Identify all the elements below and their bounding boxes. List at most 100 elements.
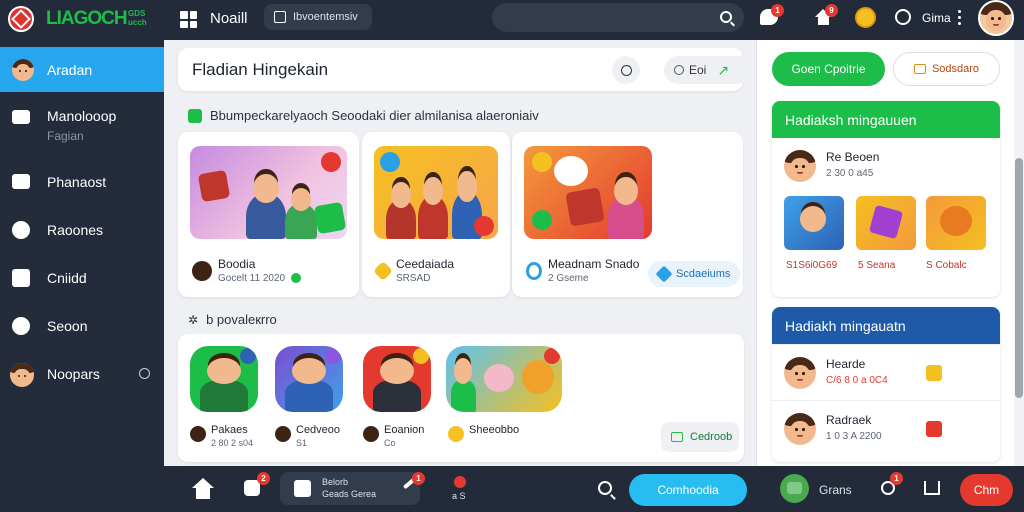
game-thumbnail[interactable]	[275, 346, 343, 412]
shield-icon[interactable]	[924, 481, 940, 495]
rec-meta-text: 2 80 2 s04	[211, 438, 254, 448]
coin-icon[interactable]	[855, 7, 876, 28]
sidebar-item-label: Manolooop	[47, 108, 117, 124]
card-title: Meadnam Snado	[548, 257, 640, 271]
card-meta: Ceedaiada SRSAD	[373, 257, 454, 284]
rec-title: Sheeobbo	[469, 424, 520, 436]
search-input[interactable]	[492, 3, 744, 32]
sidebar-item-raoones[interactable]: Raoones	[0, 208, 164, 252]
coin-icon	[448, 426, 464, 442]
game-thumbnail[interactable]	[190, 146, 347, 239]
home-icon[interactable]	[192, 478, 214, 499]
star-icon: ✲	[188, 312, 199, 327]
game-card[interactable]: Ceedaiada SRSAD	[362, 132, 510, 297]
avatar[interactable]	[780, 474, 809, 503]
panel-title: Hadiakh mingauatn	[772, 307, 1000, 344]
user-avatar-icon	[10, 363, 34, 387]
sidebar-item-cniidd[interactable]: Cniidd	[0, 256, 164, 300]
game-card[interactable]: Boodia Gocelt 11 2020	[178, 132, 359, 297]
tag-icon	[655, 265, 673, 283]
user-label[interactable]: Gima	[922, 11, 951, 25]
user-avatar[interactable]	[978, 0, 1014, 36]
recommended-card: Pakaes 2 80 2 s04 Cedveoo S1 Eoanion Co …	[178, 334, 744, 462]
badge-icon	[413, 348, 429, 364]
card-action-button[interactable]: Scdaeiums	[648, 261, 741, 287]
avatar	[784, 150, 816, 182]
list-item-name: Hearde	[826, 357, 866, 371]
featured-tile[interactable]	[856, 196, 916, 250]
list-item-sub: 1 0 3 A 2200	[826, 431, 882, 442]
game-thumbnail[interactable]	[524, 146, 652, 239]
featured-tile[interactable]	[926, 196, 986, 250]
card-meta-text: SRSAD	[396, 273, 431, 284]
game-thumbnail[interactable]	[363, 346, 431, 412]
list-item[interactable]: Radraek 1 0 3 A 2200	[772, 400, 1000, 456]
blue-action-button[interactable]: Comhoodia	[629, 474, 747, 506]
outline-pill-button[interactable]: Sodsdaro	[893, 52, 1000, 86]
sidebar-item-aradan[interactable]: Aradan	[0, 47, 164, 92]
list-item-sub: 2 30 0 a45	[826, 168, 874, 179]
sidebar-item-noopars[interactable]: Noopars	[0, 352, 164, 396]
right-panel: Goen Cpoitrie Sodsdaro Hadiaksh mingauue…	[756, 40, 1024, 466]
avatar-label[interactable]: Grans	[819, 483, 852, 497]
sidebar-item-seoon[interactable]: Seoon	[0, 304, 164, 348]
fire-icon[interactable]	[454, 476, 466, 488]
game-thumbnail[interactable]	[374, 146, 498, 239]
gift-icon[interactable]	[926, 421, 942, 437]
toggle-icon[interactable]	[139, 368, 150, 379]
globe-icon	[674, 65, 684, 75]
panel-weekly-blue: Hadiakh mingauatn Hearde C/6 8 0 a 0C4 R…	[772, 307, 1000, 462]
header-action-button[interactable]: Eoi ↗	[664, 56, 752, 84]
search-icon[interactable]	[598, 481, 612, 495]
game-card[interactable]: Meadnam Snado 2 Gseme Scdaeiums	[512, 132, 743, 297]
scrollbar-thumb[interactable]	[1015, 158, 1023, 398]
pet-character-image	[554, 156, 588, 186]
grid-icon[interactable]	[180, 11, 197, 28]
rec-meta-text: Co	[384, 438, 396, 448]
panel-weekly-green: Hadiaksh mingauuen Re Beoen 2 30 0 a45 S…	[772, 101, 1000, 297]
game-thumbnail[interactable]	[446, 346, 562, 412]
arrow-icon: ↗	[717, 61, 730, 78]
rec-action-button[interactable]: Cedroob	[661, 422, 739, 452]
badge-icon	[544, 348, 560, 364]
bottom-bar: 2 Belorb Geads Gerea 1 a S Comhoodia Gra…	[164, 466, 1024, 512]
gift-icon	[913, 64, 926, 74]
badge-icon	[380, 152, 400, 172]
search-icon[interactable]	[720, 11, 732, 23]
top-tab[interactable]: Ibvoentemsiv	[264, 4, 372, 30]
author-avatar	[363, 426, 379, 442]
logo-sub-line2: ucch	[128, 18, 147, 27]
sidebar-item-sub: Fagian	[47, 129, 84, 143]
close-badge-icon[interactable]	[321, 152, 341, 172]
sidebar-item-manolooop[interactable]: Manolooop Fagian	[0, 98, 164, 150]
brand-logo-text[interactable]: LIAGOCH	[46, 8, 128, 30]
rec-title: Eoanion	[384, 424, 425, 436]
rec-meta-text: S1	[296, 438, 308, 448]
rec-meta: Eoanion Co	[363, 424, 424, 448]
red-action-button[interactable]: Chm	[960, 474, 1013, 506]
rec-action-label: Cedroob	[690, 431, 733, 443]
green-pill-button[interactable]: Goen Cpoitrie	[772, 52, 885, 86]
nav-label[interactable]: Noaill	[210, 10, 248, 27]
more-icon[interactable]	[958, 10, 961, 25]
tile-label: S Cobalc	[926, 260, 967, 271]
featured-tile[interactable]	[784, 196, 844, 250]
ring-icon	[526, 261, 542, 280]
sidebar-item-label: Aradan	[47, 62, 93, 78]
logo-icon[interactable]	[8, 6, 34, 32]
character-image	[285, 187, 317, 239]
notification-ring-icon[interactable]	[895, 9, 911, 25]
list-item[interactable]: Hearde C/6 8 0 a 0C4	[772, 344, 1000, 400]
list-item[interactable]: Re Beoen 2 30 0 a45	[772, 138, 1000, 196]
bottom-card-button[interactable]: Belorb Geads Gerea	[280, 472, 420, 505]
gift-icon[interactable]	[926, 365, 942, 381]
card-meta: Boodia Gocelt 11 2020	[192, 257, 302, 284]
game-thumbnail[interactable]	[190, 346, 258, 412]
avatar	[784, 413, 816, 445]
sidebar-item-phanaost[interactable]: Phanaost	[0, 160, 164, 204]
search-button[interactable]	[612, 56, 640, 84]
cat-character-image	[522, 360, 554, 394]
sidebar-item-label: Phanaost	[47, 174, 107, 190]
gear-icon	[12, 317, 30, 335]
character-image	[373, 357, 421, 412]
